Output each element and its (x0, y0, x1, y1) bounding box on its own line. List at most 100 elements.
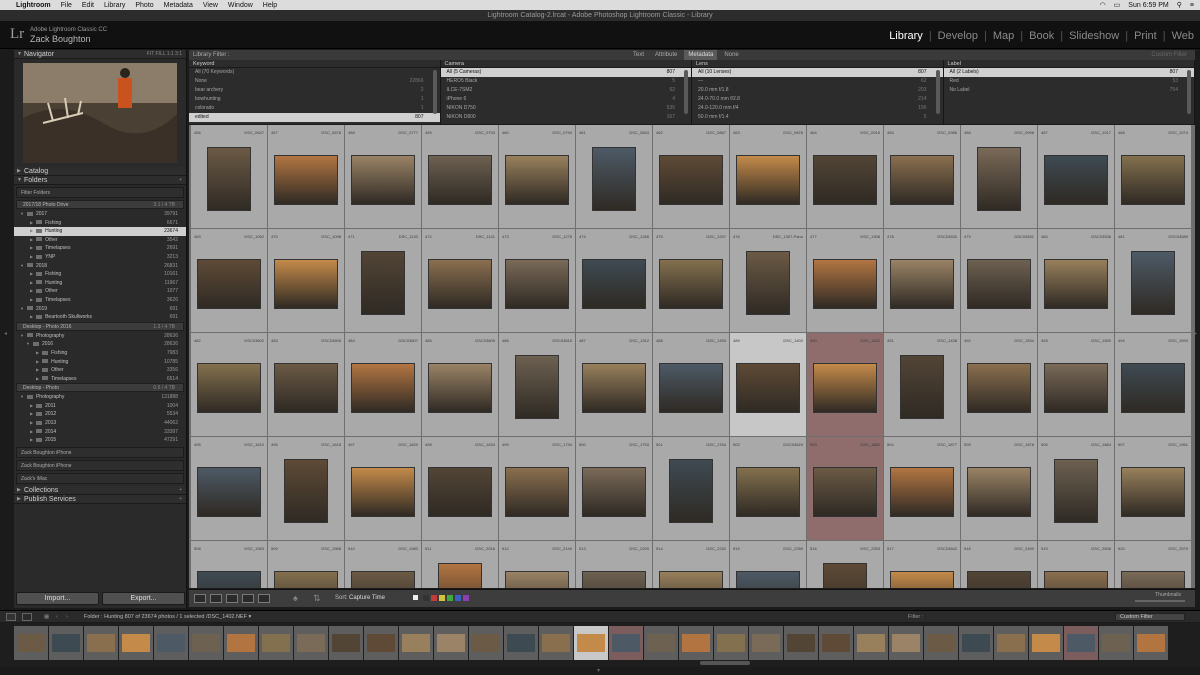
grid-cell[interactable]: 496 DSC_1618 (268, 437, 344, 540)
grid-cell[interactable]: 470 DSC_1098 (268, 229, 344, 332)
module-print[interactable]: Print (1134, 30, 1157, 42)
add-service-icon[interactable]: + (179, 495, 182, 504)
grid-cell[interactable]: 503 DSC_1862 (807, 437, 883, 540)
folder-2018-hunting[interactable]: ▶ Hunting 11967 (14, 279, 186, 288)
folder-photography-2[interactable]: ▼ Photography 131888 (14, 393, 186, 402)
meta-row[interactable]: NIKON D800 167 (441, 113, 692, 122)
filmstrip-thumb[interactable] (504, 626, 538, 660)
meta-col-header[interactable]: Camera (440, 60, 691, 68)
grid-mode-icon[interactable]: ▦ (44, 611, 49, 623)
thumbnail-image[interactable] (207, 147, 251, 211)
thumbnail-image[interactable] (515, 355, 559, 419)
filmstrip-thumb[interactable] (224, 626, 258, 660)
add-folder-icon[interactable]: + (179, 176, 182, 185)
grid-cell[interactable]: 499 DSC_1734 (499, 437, 575, 540)
thumbnail-image[interactable] (351, 155, 415, 205)
menu-help[interactable]: Help (263, 2, 277, 9)
thumbnail-image[interactable] (274, 363, 338, 413)
filmstrip-custom-filter[interactable]: Custom Filter (1115, 613, 1185, 621)
filmstrip-thumb[interactable] (1134, 626, 1168, 660)
navigator-zoom[interactable]: FIT FILL 1:1 3:1 (147, 50, 182, 59)
meta-row[interactable]: —62 (692, 77, 943, 86)
filmstrip-thumb[interactable] (539, 626, 573, 660)
thumbnail-image[interactable] (582, 467, 646, 517)
grid-cell[interactable]: 484 DSC03607 (345, 333, 421, 436)
meta-row[interactable]: No Label 754 (944, 86, 1195, 95)
wifi-icon[interactable]: ◠ (1100, 1, 1106, 9)
volume-desktop-2016[interactable]: Desktop - Photo 2016 1.3 / 4 TB (16, 321, 184, 331)
forward-icon[interactable]: › (66, 611, 68, 623)
meta-row[interactable]: 24.0-70.0 mm f/2.8 214 (692, 95, 943, 104)
meta-row[interactable]: All (5 Cameras) 807 (440, 68, 691, 77)
thumbnail-image[interactable] (813, 467, 877, 517)
thumbnail-image[interactable] (351, 571, 415, 588)
thumbnail-image[interactable] (813, 259, 877, 309)
thumbnail-image[interactable] (197, 363, 261, 413)
grid-cell[interactable]: 483 DSC03605 (268, 333, 344, 436)
filmstrip-thumb[interactable] (1099, 626, 1133, 660)
grid-cell[interactable]: 474 DSC_1285 (576, 229, 652, 332)
thumbnail-image[interactable] (967, 259, 1031, 309)
main-window-button[interactable] (6, 613, 16, 621)
grid-cell[interactable]: 500 DSC_1753 (576, 437, 652, 540)
grid-cell[interactable]: 471 DSC_1133 (345, 229, 421, 332)
grid-cell[interactable]: 458 DSC_0777 (345, 125, 421, 228)
thumbnail-image[interactable] (1121, 363, 1185, 413)
thumbnail-image[interactable] (736, 467, 800, 517)
thumbnail-image[interactable] (274, 259, 338, 309)
meta-row[interactable]: HERO5 Black 5 (441, 77, 692, 86)
publish-services-header[interactable]: ▶ Publish Services + (14, 494, 186, 504)
thumbnail-image[interactable] (813, 363, 877, 413)
folder-beartooth[interactable]: ▶ Beartooth Skullworks 691 (14, 313, 186, 322)
grid-cell[interactable]: 480 DSC03536 (1038, 229, 1114, 332)
device-iphone-2[interactable]: Zack Boughton iPhone (16, 459, 184, 471)
filmstrip-thumb[interactable] (259, 626, 293, 660)
blue-label-chip[interactable] (455, 595, 461, 601)
filmstrip-toggle-icon[interactable]: ▾ (597, 667, 600, 674)
grid-cell[interactable]: 509 DSC_1968 (268, 541, 344, 588)
grid-cell[interactable]: 472 DSC_1141 (422, 229, 498, 332)
meta-scrollbar[interactable] (1187, 70, 1191, 114)
spray-can-icon[interactable]: ♠ (293, 593, 298, 603)
filmstrip-thumb[interactable] (644, 626, 678, 660)
menu-edit[interactable]: Edit (82, 2, 94, 9)
filmstrip-thumb[interactable] (399, 626, 433, 660)
thumbnail-image[interactable] (736, 571, 800, 588)
folder-2016[interactable]: ▼ 2016 28636 (14, 340, 186, 349)
grid-cell[interactable]: 513 DSC_2209 (576, 541, 652, 588)
purple-label-chip[interactable] (463, 595, 469, 601)
filmstrip-thumb[interactable] (609, 626, 643, 660)
thumbnail-image[interactable] (1121, 571, 1185, 588)
device-imac[interactable]: Zack's iMac (16, 472, 184, 484)
grid-cell[interactable]: 508 DSC_1953 (191, 541, 267, 588)
folder-2018-timelapses[interactable]: ▶ Timelapses 3626 (14, 296, 186, 305)
left-panel-toggle-icon[interactable]: ◂ (4, 330, 7, 337)
grid-cell[interactable]: 456 DSC_0647 (191, 125, 267, 228)
grid-cell[interactable]: 460 DSC_0794 (499, 125, 575, 228)
meta-row[interactable]: 20.0 mm f/1.8 203 (692, 86, 943, 95)
filmstrip-thumb[interactable] (1029, 626, 1063, 660)
thumbnail-image[interactable] (582, 363, 646, 413)
folder-fishing[interactable]: ▶ Fishing 6671 (14, 219, 186, 228)
thumbnail-image[interactable] (351, 467, 415, 517)
filmstrip-thumb[interactable] (854, 626, 888, 660)
filmstrip-thumb[interactable] (819, 626, 853, 660)
folder-2018[interactable]: ▼ 2018 26831 (14, 262, 186, 271)
grid-cell[interactable]: 492 DSC_1534 (961, 333, 1037, 436)
grid-cell[interactable]: 473 DSC_1275 (499, 229, 575, 332)
grid-cell[interactable]: 481 DSC03589 (1115, 229, 1191, 332)
grid-cell[interactable]: 488 DSC_1393 (653, 333, 729, 436)
module-slideshow[interactable]: Slideshow (1069, 30, 1119, 42)
grid-cell[interactable]: 501 DSC_1764 (653, 437, 729, 540)
thumbnail-image[interactable] (659, 259, 723, 309)
folder-other[interactable]: ▶ Other 3542 (14, 236, 186, 245)
grid-cell[interactable]: 506 DSC_1884 (1038, 437, 1114, 540)
filter-tab-none[interactable]: None (720, 50, 742, 60)
thumbnail-image[interactable] (197, 571, 261, 588)
folder-2012[interactable]: ▶ 2012 5534 (14, 410, 186, 419)
meta-row[interactable]: Red 53 (944, 77, 1195, 86)
filmstrip-thumb[interactable] (679, 626, 713, 660)
menu-app[interactable]: Lightroom (16, 2, 51, 9)
meta-row[interactable]: 24.0-120.0 mm f/4 196 (692, 104, 943, 113)
folder-2015[interactable]: ▶ 2015 47291 (14, 436, 186, 445)
